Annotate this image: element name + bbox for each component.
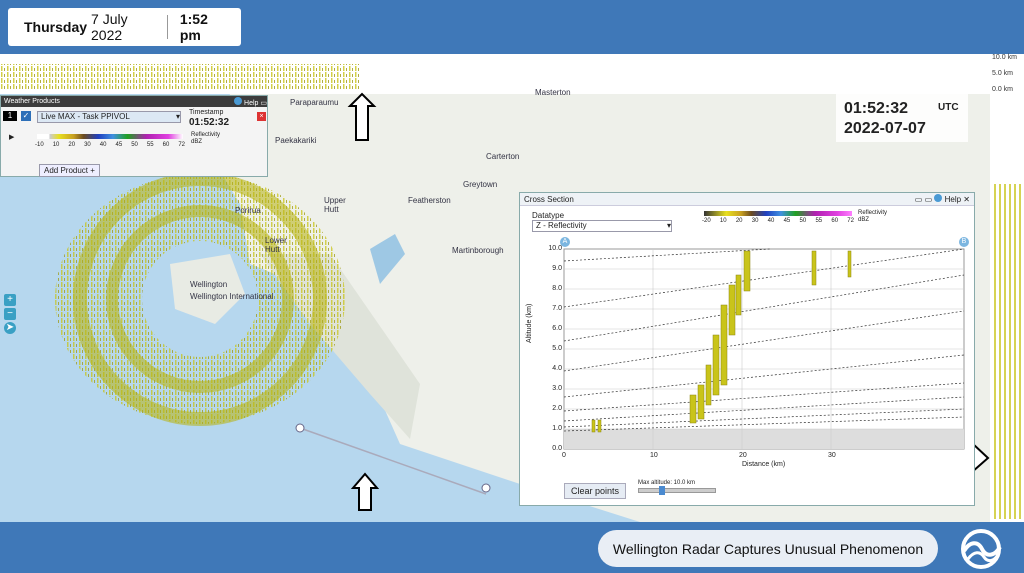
close-icon[interactable]: ✕ xyxy=(963,195,970,204)
annotation-arrow-up-bottom xyxy=(350,472,380,511)
help-icon[interactable] xyxy=(234,96,243,105)
reflectivity-colorbar xyxy=(37,134,183,139)
time-label: 1:52 pm xyxy=(179,11,208,43)
help-link[interactable]: Help xyxy=(244,100,258,107)
cross-section-colorbar xyxy=(704,211,852,216)
timestamp-time: 01:52:32 xyxy=(844,100,909,117)
cross-section-title: Cross Section xyxy=(524,194,574,204)
zoom-out-button[interactable]: − xyxy=(4,308,16,320)
place-label: Wellington xyxy=(190,280,228,289)
weather-panel-title: Weather Products xyxy=(4,98,60,105)
place-label: Paekakariki xyxy=(275,136,317,145)
max-altitude-label: Max altitude: 10.0 km xyxy=(638,480,696,486)
caption-pill: Wellington Radar Captures Unusual Phenom… xyxy=(598,530,938,567)
cross-section-strip-radar xyxy=(0,64,360,89)
maximize-icon[interactable]: ▭ xyxy=(925,195,933,204)
product-checkbox[interactable]: ✓ xyxy=(21,111,31,121)
timestamp-overlay: 01:52:32 UTC 2022-07-07 xyxy=(836,94,968,142)
datatype-label: Datatype xyxy=(532,211,565,220)
help-link[interactable]: Help xyxy=(945,195,961,204)
play-icon[interactable]: ▶ xyxy=(9,133,14,141)
right-altitude-scale: 10.0 km 5.0 km 0.0 km xyxy=(992,54,1017,93)
place-label: Lower Hutt xyxy=(265,236,287,254)
add-product-button[interactable]: Add Product + xyxy=(39,164,100,177)
timestamp-date: 2022-07-07 xyxy=(844,120,926,137)
cross-section-unit: Reflectivity dBZ xyxy=(858,210,888,223)
place-label: Porirua xyxy=(235,206,261,215)
help-icon[interactable] xyxy=(934,194,943,202)
place-label: Upper Hutt xyxy=(324,196,346,214)
reflectivity-unit: Reflectivity dBZ xyxy=(191,132,221,145)
y-axis-label: Altitude (km) xyxy=(526,303,533,343)
clear-points-button[interactable]: Clear points xyxy=(564,483,627,499)
place-label: Wellington International xyxy=(190,292,274,301)
product-select[interactable]: Live MAX - Task PPIVOL ▾ xyxy=(37,111,181,123)
place-label: Carterton xyxy=(486,152,520,161)
x-axis-label: Distance (km) xyxy=(742,461,786,468)
place-label: Masterton xyxy=(535,88,571,97)
right-cross-section-strip xyxy=(990,54,1024,522)
colorbar-ticks: -10 10 20 30 40 45 50 55 60 72 xyxy=(35,142,185,148)
zoom-in-button[interactable]: + xyxy=(4,294,16,306)
timestamp-zone: UTC xyxy=(938,102,959,113)
chevron-down-icon: ▾ xyxy=(175,112,180,121)
ground-band xyxy=(564,429,964,449)
minimize-icon[interactable]: ▭ xyxy=(260,100,267,107)
cross-section-point-b[interactable] xyxy=(481,483,491,493)
cross-section-header: Cross Section ▭ ▭ Help ✕ xyxy=(520,193,974,206)
chevron-down-icon: ▾ xyxy=(666,221,671,230)
place-label: Martinborough xyxy=(452,246,504,255)
date-time-box: Thursday 7 July 2022 1:52 pm xyxy=(8,8,241,46)
day-label: Thursday xyxy=(24,19,88,35)
cross-section-panel: Cross Section ▭ ▭ Help ✕ Datatype Z - Re… xyxy=(519,192,975,506)
y-axis-ticks: 10.0 9.0 8.0 7.0 6.0 5.0 4.0 3.0 2.0 1.0… xyxy=(548,245,562,452)
product-row-number: 1 xyxy=(3,111,17,121)
remove-product-icon[interactable]: × xyxy=(257,112,266,121)
minimize-icon[interactable]: ▭ xyxy=(915,195,923,204)
weather-panel-header: Weather Products Help ▭ xyxy=(1,96,267,107)
cross-section-colorbar-ticks: -20 10 20 30 40 45 50 55 60 72 xyxy=(702,218,854,224)
max-altitude-slider[interactable] xyxy=(638,486,716,495)
slider-handle[interactable] xyxy=(659,486,665,495)
timestamp-value: 01:52:32 xyxy=(189,117,230,128)
brand-logo-icon xyxy=(961,529,1002,569)
cross-section-plot xyxy=(563,248,965,450)
compass-icon[interactable]: ➤ xyxy=(4,322,16,334)
place-label: Paraparaumu xyxy=(290,98,339,107)
place-label: Featherston xyxy=(408,196,451,205)
date-label: 7 July 2022 xyxy=(91,11,128,43)
cross-section-point-a[interactable] xyxy=(295,423,305,433)
place-label: Greytown xyxy=(463,180,498,189)
datatype-select[interactable]: Z - Reflectivity ▾ xyxy=(532,220,672,232)
timestamp-label: Timestamp xyxy=(189,109,224,116)
weather-products-panel: Weather Products Help ▭ 1 ✓ Live MAX - T… xyxy=(0,95,268,177)
